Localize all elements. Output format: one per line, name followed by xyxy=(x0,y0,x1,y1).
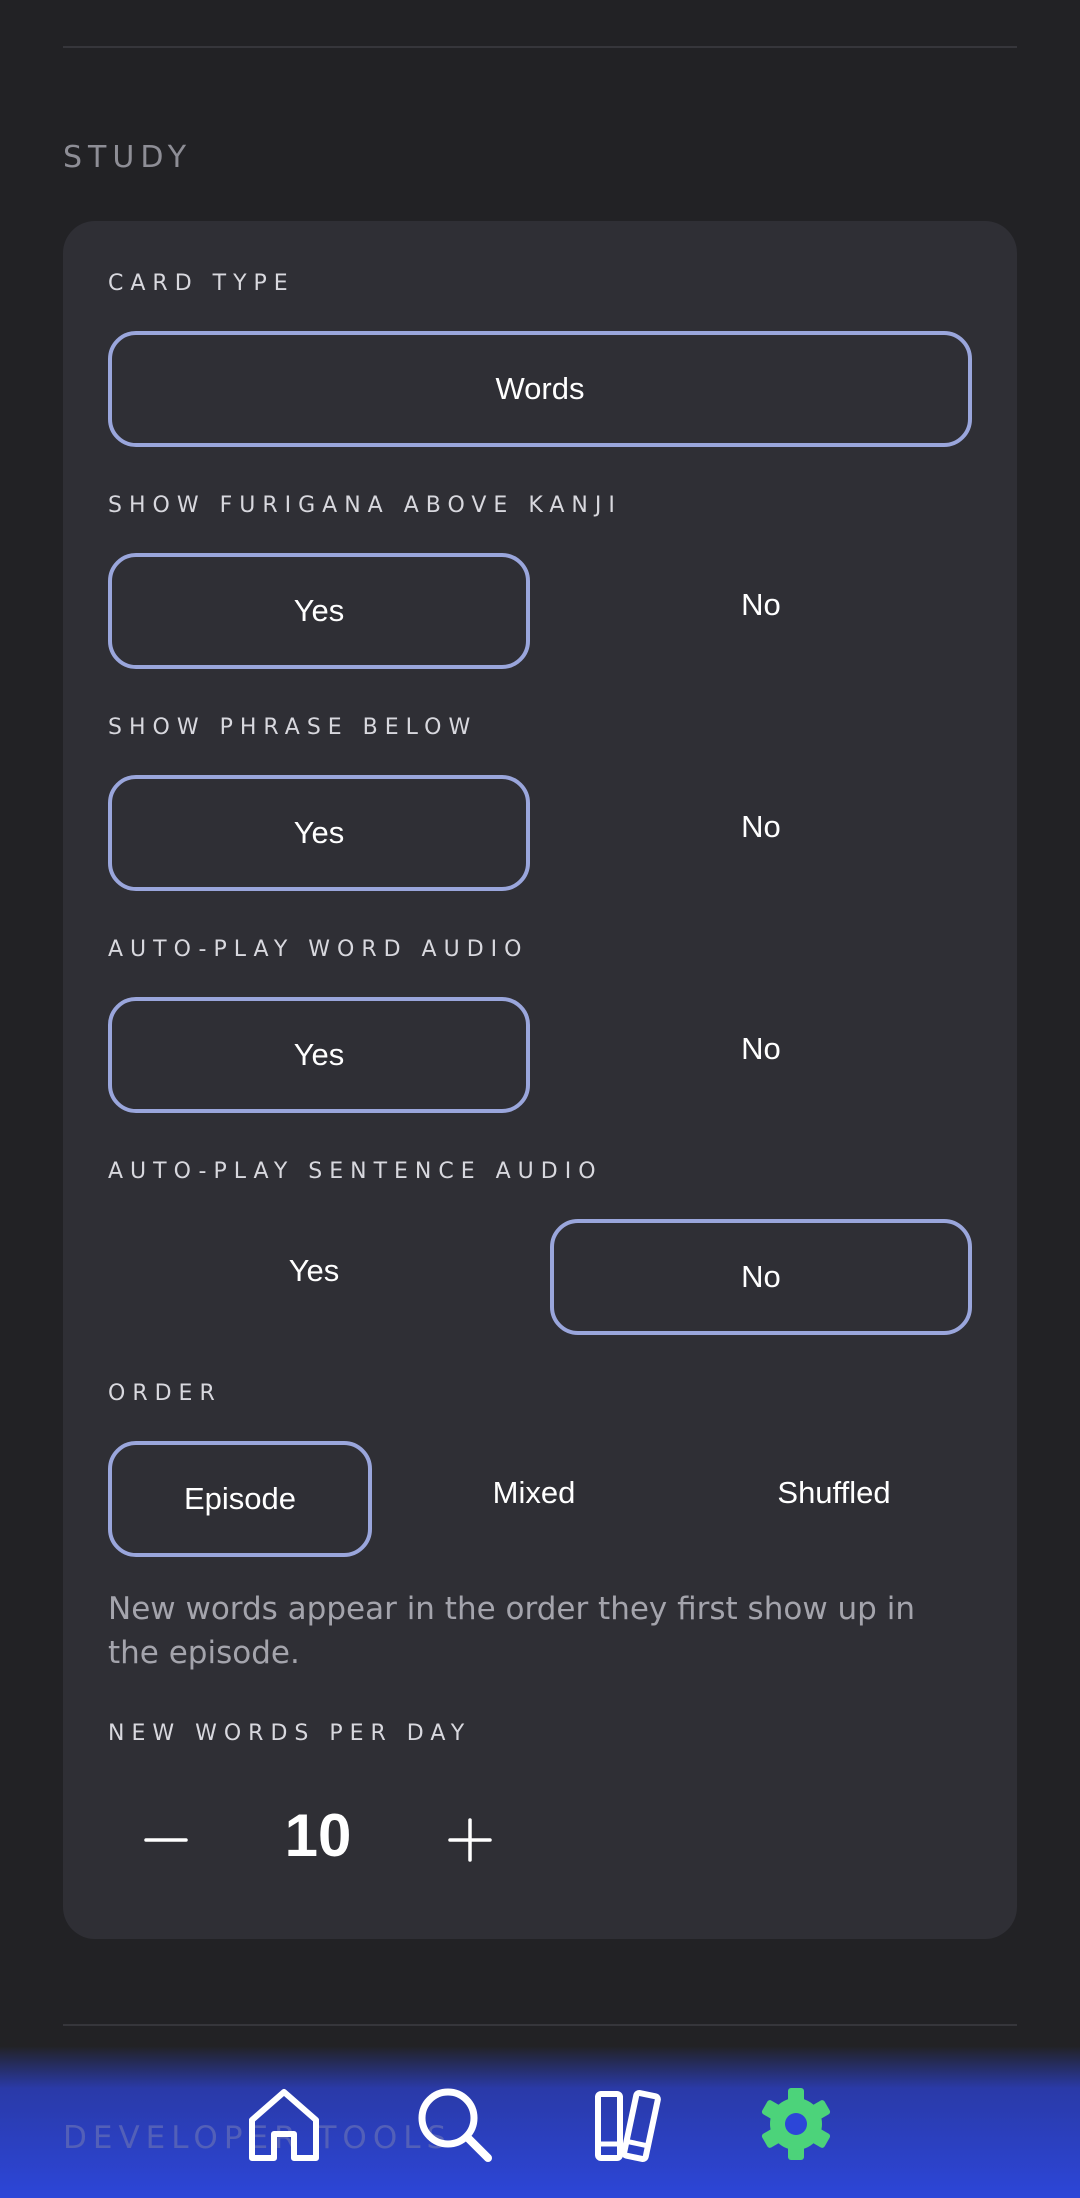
plus-icon xyxy=(448,1818,492,1862)
bottom-divider xyxy=(63,2024,1017,2026)
order-episode-option[interactable]: Episode xyxy=(108,1441,372,1557)
word-audio-yes-option[interactable]: Yes xyxy=(108,997,530,1113)
search-icon xyxy=(418,2088,492,2162)
section-title: STUDY xyxy=(63,140,193,175)
furigana-label: SHOW FURIGANA ABOVE KANJI xyxy=(108,493,622,518)
study-settings-card: CARD TYPE Words SHOW FURIGANA ABOVE KANJ… xyxy=(63,221,1017,1939)
phrase-yes-option[interactable]: Yes xyxy=(108,775,530,891)
nav-search[interactable] xyxy=(412,2082,496,2166)
card-type-select[interactable]: Words xyxy=(108,331,972,447)
nav-settings[interactable] xyxy=(754,2082,838,2166)
phrase-label: SHOW PHRASE BELOW xyxy=(108,715,478,740)
home-icon xyxy=(249,2089,319,2161)
sentence-audio-yes-option[interactable]: Yes xyxy=(108,1213,520,1329)
word-audio-no-option[interactable]: No xyxy=(550,991,972,1107)
library-icon xyxy=(595,2089,661,2163)
nav-library[interactable] xyxy=(586,2082,670,2166)
minus-icon xyxy=(144,1838,188,1842)
increment-button[interactable] xyxy=(425,1795,515,1885)
gear-icon xyxy=(761,2088,831,2160)
decrement-button[interactable] xyxy=(121,1795,211,1885)
new-words-label: NEW WORDS PER DAY xyxy=(108,1721,472,1746)
sentence-audio-label: AUTO-PLAY SENTENCE AUDIO xyxy=(108,1159,603,1184)
furigana-yes-option[interactable]: Yes xyxy=(108,553,530,669)
sentence-audio-no-option[interactable]: No xyxy=(550,1219,972,1335)
order-label: ORDER xyxy=(108,1381,222,1406)
furigana-no-option[interactable]: No xyxy=(550,547,972,663)
order-description: New words appear in the order they first… xyxy=(108,1591,915,1671)
nav-home[interactable] xyxy=(242,2082,326,2166)
top-divider xyxy=(63,46,1017,48)
order-shuffled-option[interactable]: Shuffled xyxy=(696,1435,972,1551)
new-words-value: 10 xyxy=(284,1802,352,1869)
word-audio-label: AUTO-PLAY WORD AUDIO xyxy=(108,937,529,962)
card-type-label: CARD TYPE xyxy=(108,271,295,296)
phrase-no-option[interactable]: No xyxy=(550,769,972,885)
order-mixed-option[interactable]: Mixed xyxy=(392,1435,676,1551)
